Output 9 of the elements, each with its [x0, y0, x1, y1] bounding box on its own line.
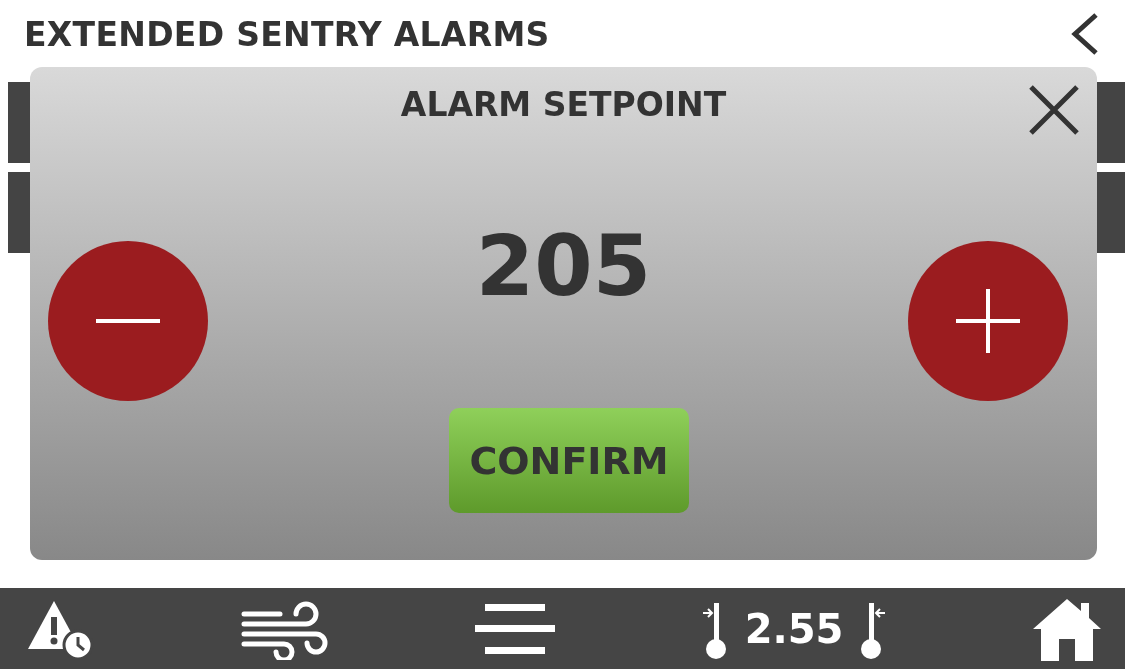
- confirm-button[interactable]: CONFIRM: [449, 408, 689, 513]
- back-icon[interactable]: [1071, 13, 1099, 55]
- page-title: EXTENDED SENTRY ALARMS: [24, 14, 550, 54]
- close-button[interactable]: [1027, 83, 1081, 137]
- dialog-title: ALARM SETPOINT: [400, 85, 727, 124]
- minus-icon: [96, 319, 160, 323]
- sensor-reading: 2.55: [744, 605, 844, 652]
- setpoint-value: 205: [475, 217, 652, 315]
- plus-icon: [956, 289, 1020, 353]
